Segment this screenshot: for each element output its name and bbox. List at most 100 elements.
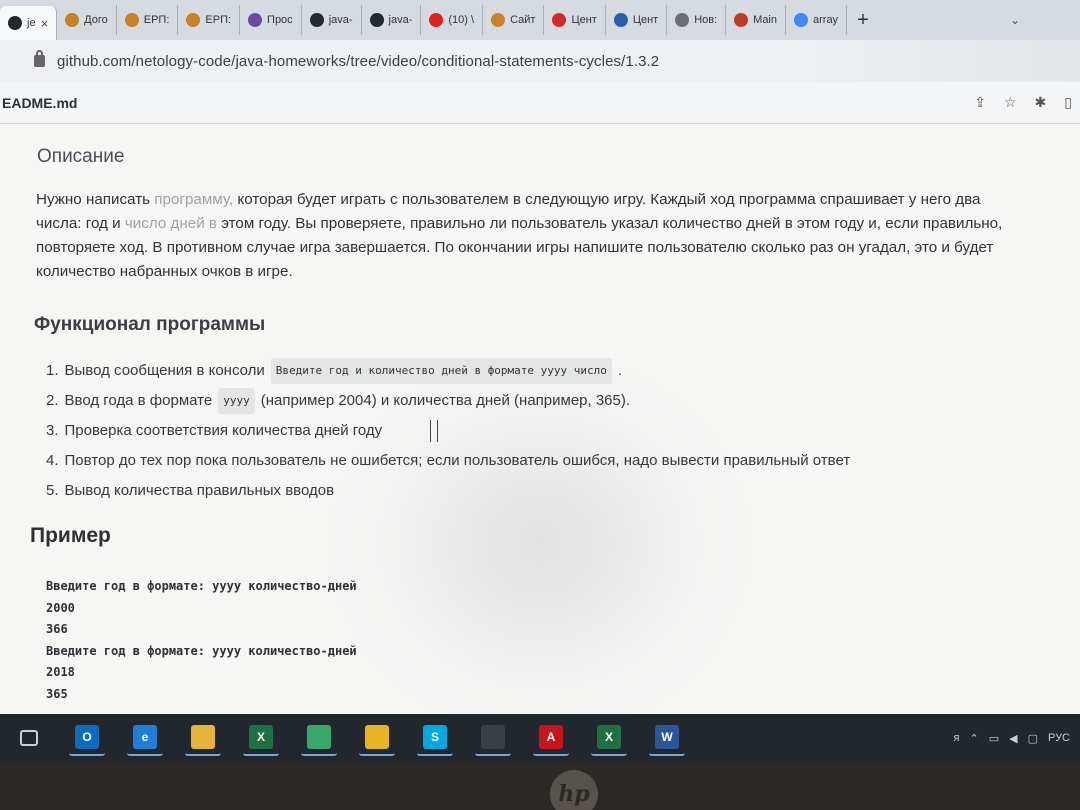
taskbar-app-button[interactable] [359, 720, 395, 756]
taskbar-app-button[interactable] [301, 720, 337, 756]
browser-tab[interactable]: je × [0, 6, 58, 40]
list-number: 4. [46, 452, 59, 469]
example-code-line: 366 [46, 622, 68, 636]
file-explorer-icon [191, 725, 215, 749]
browser-tab[interactable]: Main [726, 5, 786, 35]
browser-tab-label: je [27, 17, 36, 29]
browser-tab[interactable]: (10) \ [421, 5, 484, 35]
browser-tab-label: Цент [571, 14, 597, 26]
taskbar-app-button[interactable]: e [127, 720, 163, 756]
taskbar-app-button[interactable]: O [69, 720, 105, 756]
browser-tab[interactable]: Прос [240, 5, 302, 35]
example-code-block: Введите год в формате: yyyy количество-д… [46, 576, 357, 705]
functional-list-item: 4. Повтор до тех пор пока пользователь не… [46, 446, 850, 476]
laptop-bezel [0, 762, 1080, 810]
functional-list-item: 5. Вывод количества правильных вводов [46, 476, 850, 506]
browser-tab[interactable]: java- [362, 5, 422, 35]
sberbank-icon [65, 13, 80, 27]
github-icon [369, 13, 384, 27]
example-code-line: 2018 [46, 665, 75, 679]
browser-tab[interactable]: java- [302, 5, 362, 35]
app-icon [734, 13, 749, 27]
people-icon[interactable]: ᴙ [954, 732, 960, 744]
browser-tab-strip: je × Дого ЕРП: ЕРП: Прос java-java- (10) \ Сайт Ц… [0, 0, 1080, 40]
browser-tab-label: ЕРП: [143, 14, 170, 26]
browser-tab[interactable]: Сайт [483, 5, 545, 35]
taskbar-app-button[interactable] [11, 720, 47, 756]
browser-tab[interactable]: Дого [57, 5, 117, 35]
address-bar[interactable]: github.com/netology-code/java-homeworks/… [0, 40, 1080, 82]
browser-tab[interactable]: ЕРП: [178, 5, 241, 35]
taskbar-app-button[interactable]: A [533, 720, 569, 756]
star-icon[interactable]: ☆ [1004, 94, 1017, 111]
taskbar-app-button[interactable]: X [243, 720, 279, 756]
extensions-icon[interactable]: ✱ [1035, 94, 1047, 111]
github-icon [8, 16, 22, 30]
description-heading: Описание [37, 146, 125, 167]
windows-taskbar: Oe X S A X Wᴙ ⌃ ▭ ◀ ▢ РУС [0, 714, 1080, 762]
volume-icon[interactable]: ◀ [1009, 732, 1017, 745]
tab-search-chevron-icon[interactable]: ⌄ [1010, 13, 1080, 27]
language-indicator[interactable]: РУС [1048, 732, 1070, 744]
taskbar-app-button[interactable]: W [649, 720, 685, 756]
readme-content: Описание Нужно написать программу, котор… [0, 124, 1080, 714]
browser-tab-label: ЕРП: [205, 14, 232, 26]
example-code-line: 365 [46, 686, 68, 701]
excel-icon: X [597, 725, 621, 749]
description-text: числа: год и [36, 215, 125, 232]
functional-list: 1. Вывод сообщения в консоли Введите год и… [46, 356, 850, 506]
browser-tab-label: java- [388, 14, 413, 26]
share-icon[interactable]: ⇪ [974, 94, 986, 111]
chrome-icon [365, 725, 389, 749]
description-line: числа: год и число дней в этом году. Вы … [36, 212, 1036, 236]
taskbar-app-button[interactable]: S [417, 720, 453, 756]
new-tab-button[interactable]: + [847, 9, 879, 32]
browser-tab-label: array [813, 14, 839, 26]
list-item-text: Ввод года в формате [64, 392, 213, 409]
browser-tab-label: java- [328, 14, 353, 26]
snipping-tool-icon [481, 725, 505, 749]
sberbank-icon [186, 13, 201, 27]
description-line: Нужно написать программу, которая будет … [36, 188, 1036, 212]
network-icon[interactable]: ▢ [1028, 732, 1038, 745]
lock-icon [34, 50, 45, 67]
browser-tab-label: Цент [632, 14, 659, 26]
example-heading: Пример [30, 524, 111, 547]
task-view-icon [20, 730, 38, 746]
functional-heading: Функционал программы [34, 314, 266, 335]
hp-logo: hp [550, 770, 598, 810]
browser-tab[interactable]: Цент [606, 5, 668, 35]
chrome-icon [675, 13, 690, 27]
word-icon: W [655, 725, 679, 749]
list-item-text: Проверка соответствия количества дней го… [64, 422, 383, 439]
battery-icon[interactable]: ▭ [989, 732, 999, 745]
description-text: количество набранных очков в игре. [36, 263, 293, 280]
taskbar-app-button[interactable] [185, 720, 221, 756]
url-text[interactable]: github.com/netology-code/java-homeworks/… [57, 53, 659, 70]
chevron-up-icon[interactable]: ⌃ [969, 732, 978, 745]
list-number: 3. [46, 422, 59, 439]
browser-tab[interactable]: ЕРП: [117, 5, 179, 35]
close-tab-icon[interactable]: × [41, 16, 49, 31]
taskbar-app-button[interactable] [475, 720, 511, 756]
list-item-text: Повтор до тех пор пока пользователь не о… [64, 452, 851, 469]
browser-tab-label: Нов: [694, 14, 718, 26]
example-code-line: Введите год в формате: yyyy количество-д… [46, 579, 357, 593]
list-item-text: Вывод сообщения в консоли [64, 362, 265, 379]
description-text: повторяете ход. В противном случае игра … [36, 239, 994, 256]
sberbank-icon [124, 13, 139, 27]
outlook-icon: O [75, 725, 99, 749]
taskbar-app-button[interactable]: X [591, 720, 627, 756]
text-cursor-icon [430, 420, 438, 442]
list-number: 2. [46, 392, 59, 409]
example-code-line: 2000 [46, 600, 75, 615]
list-item-text: . [617, 362, 623, 379]
sidebar-icon[interactable]: ▯ [1064, 94, 1072, 111]
functional-list-item: 1. Вывод сообщения в консоли Введите год и… [46, 356, 850, 386]
google-icon [794, 13, 808, 27]
browser-tab[interactable]: Цент [544, 5, 606, 35]
youtube-icon [429, 13, 444, 27]
browser-tab-label: Прос [267, 14, 293, 26]
browser-tab[interactable]: Нов: [667, 5, 727, 35]
browser-tab[interactable]: array [786, 5, 848, 35]
